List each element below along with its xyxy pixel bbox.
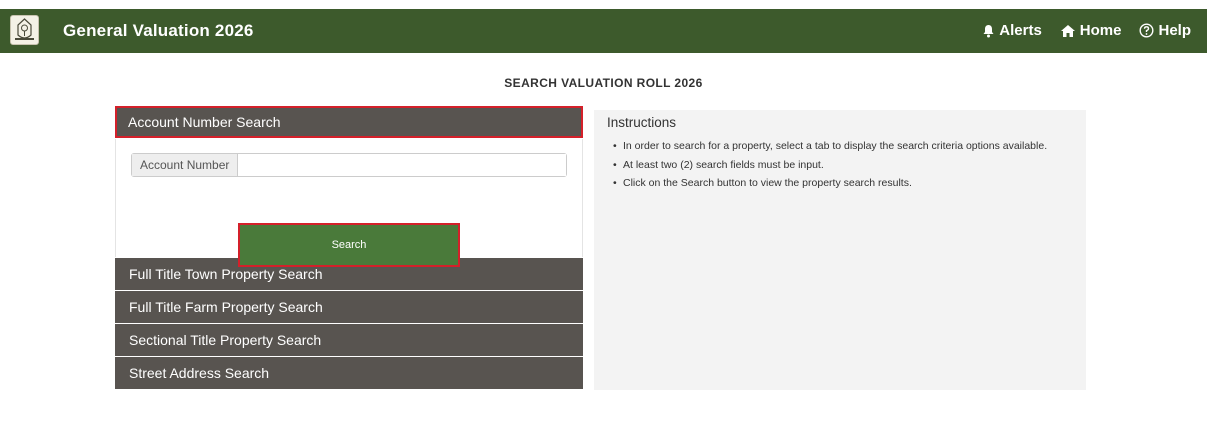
nav-alerts[interactable]: Alerts — [982, 22, 1042, 39]
instruction-item: In order to search for a property, selec… — [607, 138, 1077, 155]
help-circle-icon — [1139, 23, 1154, 38]
nav-help-label: Help — [1158, 22, 1191, 39]
instructions-title: Instructions — [607, 115, 677, 130]
top-nav-links: Alerts Home Help — [982, 22, 1191, 39]
instructions-list: In order to search for a property, selec… — [607, 138, 1077, 194]
crest-logo-icon — [15, 18, 34, 40]
search-accordion: Account Number Search Account Number Sea… — [115, 106, 583, 390]
page-heading: SEARCH VALUATION ROLL 2026 — [504, 76, 703, 90]
app-title: General Valuation 2026 — [63, 21, 254, 40]
account-number-label: Account Number — [132, 154, 239, 176]
tab-account-number-search[interactable]: Account Number Search — [115, 106, 583, 138]
instructions-panel: Instructions In order to search for a pr… — [594, 110, 1086, 390]
home-icon — [1060, 24, 1075, 37]
nav-help[interactable]: Help — [1139, 22, 1191, 39]
bell-icon — [983, 24, 994, 37]
nav-alerts-label: Alerts — [999, 22, 1042, 39]
top-navbar: General Valuation 2026 Alerts Home Help — [0, 9, 1207, 53]
account-number-search-panel: Account Number Search — [115, 139, 583, 267]
nav-home-label: Home — [1079, 22, 1122, 39]
instruction-item: Click on the Search button to view the p… — [607, 175, 1077, 192]
account-number-input[interactable] — [238, 154, 566, 176]
instruction-item: At least two (2) search fields must be i… — [607, 157, 1077, 174]
crest-logo[interactable] — [10, 15, 39, 45]
tab-full-title-farm-property-search[interactable]: Full Title Farm Property Search — [115, 291, 583, 323]
tab-street-address-search[interactable]: Street Address Search — [115, 357, 583, 389]
tab-sectional-title-property-search[interactable]: Sectional Title Property Search — [115, 324, 583, 356]
account-number-input-group: Account Number — [131, 153, 567, 177]
search-button[interactable]: Search — [238, 223, 460, 267]
nav-home[interactable]: Home — [1060, 22, 1122, 39]
